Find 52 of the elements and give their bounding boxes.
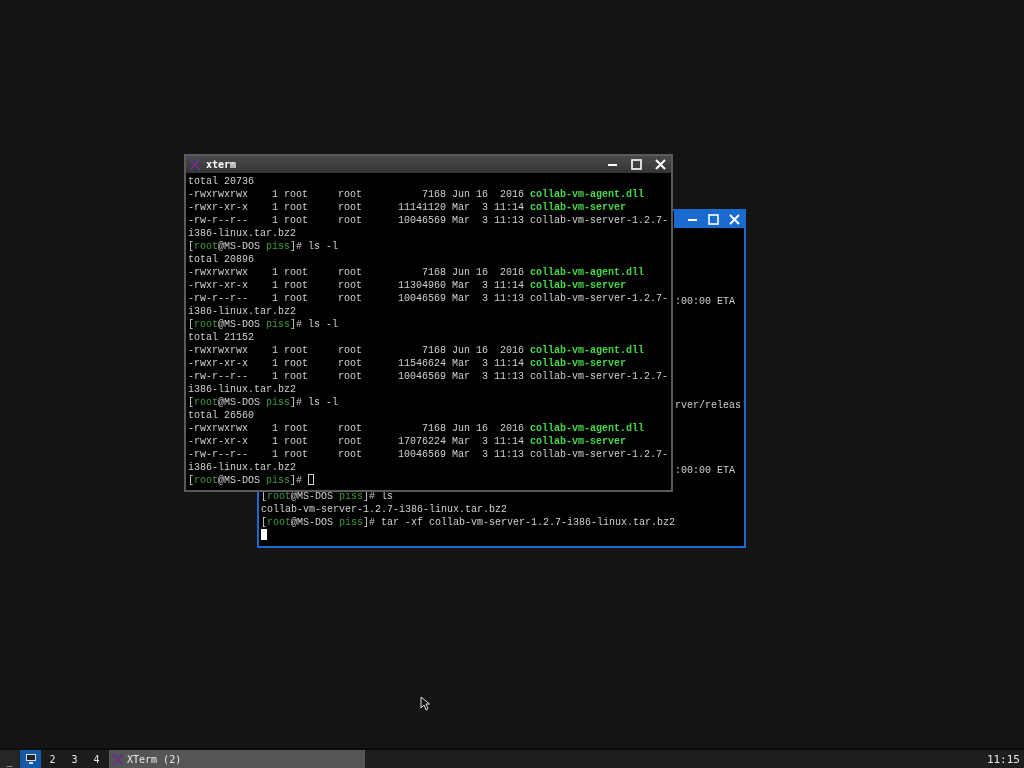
window-title: xterm [206, 159, 238, 170]
terminal-line: -rwxr-xr-x 1 root root 11141120 Mar 3 11:14 collab-vm-server [188, 202, 627, 213]
maximize-icon [631, 159, 642, 170]
xterm-logo-icon [112, 752, 124, 766]
close-icon [655, 159, 666, 170]
terminal-line: total 20736 [188, 176, 254, 187]
terminal-line: rver/releas [675, 400, 742, 411]
terminal-line: -rwxrwxrwx 1 root root 7168 Jun 16 2016 collab-vm-agent.dll [188, 267, 645, 278]
terminal-line: -rwxr-xr-x 1 root root 11546624 Mar 3 11:14 collab-vm-server [188, 358, 627, 369]
terminal-line: :00:00 ETA [675, 465, 736, 476]
terminal-line: collab-vm-server-1.2.7-i386-linux.tar.bz2 [261, 504, 508, 515]
show-desktop-button[interactable]: _ [0, 750, 19, 768]
maximize-button[interactable] [707, 212, 720, 227]
close-icon [729, 214, 741, 225]
terminal-line: -rwxr-xr-x 1 root root 11304960 Mar 3 11:14 collab-vm-server [188, 280, 627, 291]
xterm-logo-icon [189, 158, 201, 171]
terminal-line: -rw-r--r-- 1 root root 10046569 Mar 3 11:13 collab-vm-server-1.2.7- [188, 293, 669, 304]
maximize-button[interactable] [629, 157, 644, 172]
taskbar-task[interactable]: XTerm (2) [109, 750, 365, 768]
terminal-line: -rwxr-xr-x 1 root root 17076224 Mar 3 11:14 collab-vm-server [188, 436, 627, 447]
terminal-line: i386-linux.tar.bz2 [188, 306, 297, 317]
text-cursor [261, 529, 267, 540]
minimize-icon [687, 218, 697, 221]
terminal-line: -rw-r--r-- 1 root root 10046569 Mar 3 11:13 collab-vm-server-1.2.7- [188, 371, 669, 382]
terminal-line: total 20896 [188, 254, 254, 265]
monitor-icon [25, 754, 36, 764]
close-button[interactable] [728, 212, 741, 227]
terminal-line: -rw-r--r-- 1 root root 10046569 Mar 3 11:13 collab-vm-server-1.2.7- [188, 449, 669, 460]
terminal-line: [root@MS-DOS piss]# [188, 475, 304, 486]
terminal-line: -rw-r--r-- 1 root root 10046569 Mar 3 11:13 collab-vm-server-1.2.7- [188, 215, 669, 226]
terminal-line: -rwxrwxrwx 1 root root 7168 Jun 16 2016 collab-vm-agent.dll [188, 189, 645, 200]
terminal-line: [root@MS-DOS piss]# ls -l [188, 397, 339, 408]
terminal-line: -rwxrwxrwx 1 root root 7168 Jun 16 2016 collab-vm-agent.dll [188, 423, 645, 434]
clock: 11:15 [985, 751, 1021, 768]
maximize-icon [708, 214, 719, 225]
minimize-icon [608, 163, 617, 166]
terminal-line: total 26560 [188, 410, 254, 421]
mouse-pointer-icon [420, 696, 430, 711]
text-cursor [308, 474, 315, 485]
terminal-line: -rwxrwxrwx 1 root root 7168 Jun 16 2016 collab-vm-agent.dll [188, 345, 645, 356]
title-bar[interactable]: xterm [186, 156, 671, 173]
terminal-line: [root@MS-DOS piss]# tar -xf collab-vm-server-1.2.7-i386-linux.tar.bz2 [261, 517, 676, 528]
terminal-line: :00:00 ETA [675, 296, 736, 307]
terminal-line: [root@MS-DOS piss]# ls -l [188, 241, 339, 252]
terminal-line: [root@MS-DOS piss]# ls -l [188, 319, 339, 330]
terminal-line: i386-linux.tar.bz2 [188, 384, 297, 395]
terminal-line: total 21152 [188, 332, 254, 343]
close-button[interactable] [653, 157, 668, 172]
terminal-line: i386-linux.tar.bz2 [188, 228, 297, 239]
terminal-line: i386-linux.tar.bz2 [188, 462, 297, 473]
workspace-button[interactable] [20, 750, 41, 768]
title-bar[interactable] [674, 211, 744, 228]
